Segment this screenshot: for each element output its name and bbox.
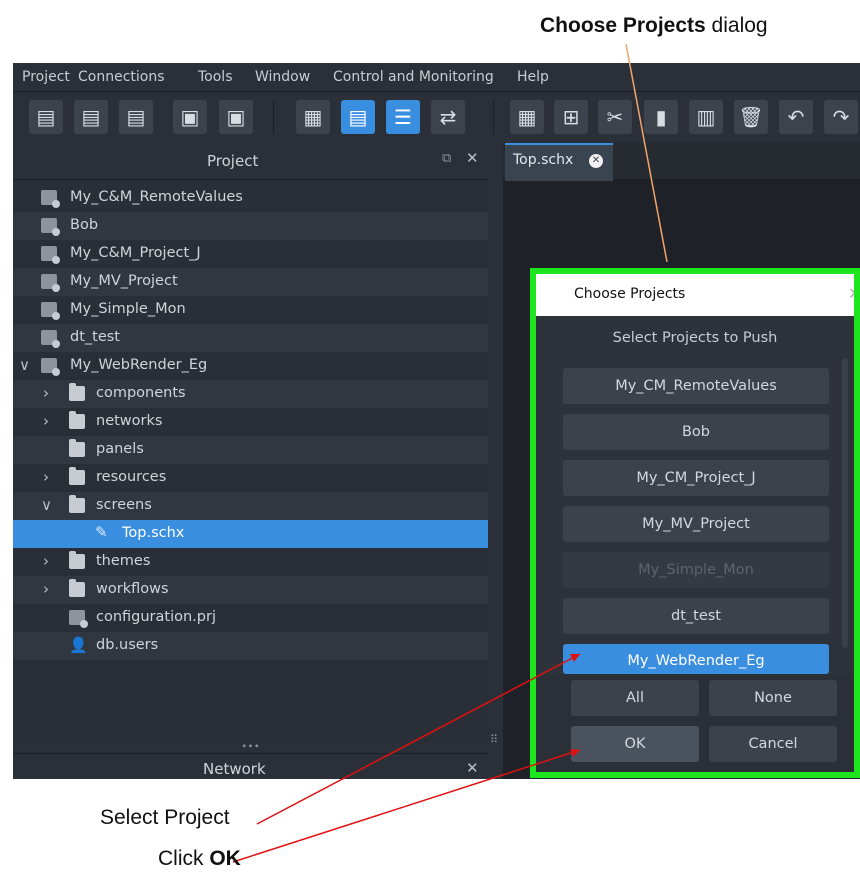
click-ok-callout: Click OK (158, 847, 241, 871)
select-project-arrow (256, 653, 581, 825)
click-ok-prefix: Click (158, 847, 210, 870)
click-ok-arrow (232, 749, 581, 863)
select-project-callout: Select Project (100, 806, 230, 829)
click-ok-arrowhead (570, 749, 580, 757)
annotation-lines (232, 43, 668, 863)
click-ok-bold: OK (209, 847, 241, 870)
dialog-callout-line (625, 43, 668, 263)
